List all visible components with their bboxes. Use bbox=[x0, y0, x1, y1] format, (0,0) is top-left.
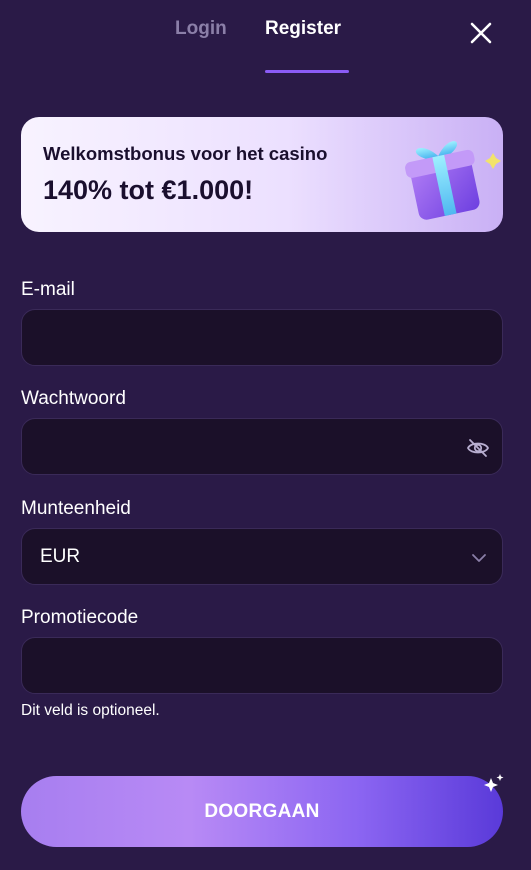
email-label: E-mail bbox=[21, 279, 75, 300]
password-field[interactable] bbox=[21, 418, 503, 475]
banner-subtitle: Welkomstbonus voor het casino bbox=[43, 143, 328, 164]
tab-login[interactable]: Login bbox=[175, 18, 227, 40]
promo-input[interactable] bbox=[22, 638, 502, 693]
tab-register[interactable]: Register bbox=[265, 18, 341, 40]
promo-label: Promotiecode bbox=[21, 607, 139, 628]
continue-button-label: DOORGAAN bbox=[204, 800, 320, 822]
auth-tabs: Login Register bbox=[0, 0, 531, 74]
email-field[interactable] bbox=[21, 309, 503, 366]
currency-label: Munteenheid bbox=[21, 498, 131, 519]
close-icon bbox=[470, 22, 492, 44]
promo-hint: Dit veld is optioneel. bbox=[21, 702, 160, 719]
password-input[interactable] bbox=[22, 419, 502, 474]
gift-icon bbox=[405, 141, 501, 220]
currency-select[interactable]: EUR bbox=[21, 528, 503, 585]
currency-value: EUR bbox=[40, 546, 81, 567]
banner-headline: 140% tot €1.000! bbox=[43, 175, 254, 205]
promo-field[interactable] bbox=[21, 637, 503, 694]
sparkle-icon bbox=[484, 774, 504, 792]
welcome-bonus-banner: Welkomstbonus voor het casino 140% tot €… bbox=[21, 117, 503, 232]
email-input[interactable] bbox=[22, 310, 502, 365]
eye-off-icon[interactable] bbox=[466, 436, 490, 460]
continue-button[interactable]: DOORGAAN bbox=[21, 776, 503, 847]
chevron-down-icon bbox=[472, 554, 486, 562]
password-label: Wachtwoord bbox=[21, 388, 126, 409]
close-button[interactable] bbox=[462, 14, 500, 52]
active-tab-indicator bbox=[265, 70, 349, 73]
